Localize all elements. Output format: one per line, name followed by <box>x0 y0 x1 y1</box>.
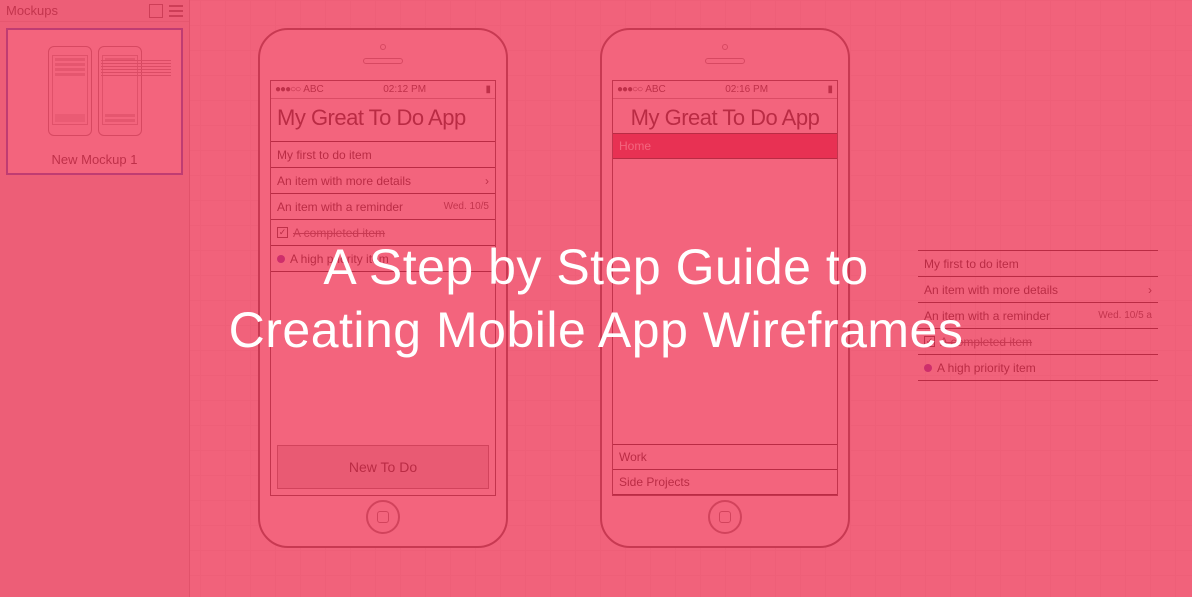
item-label: A high priority item <box>290 252 389 266</box>
mini-snippet <box>101 60 171 76</box>
home-button-icon[interactable] <box>366 500 400 534</box>
item-label: An item with a reminder <box>277 200 403 214</box>
grid-view-icon[interactable] <box>149 4 163 18</box>
item-label: An item with more details <box>277 174 411 188</box>
signal-icon: ●●●○○ <box>275 84 300 95</box>
chevron-right-icon: › <box>1148 283 1152 297</box>
clock-label: 02:16 PM <box>666 84 828 95</box>
list-item[interactable]: An item with more details › <box>271 168 495 194</box>
status-bar: ●●●○○ ABC 02:12 PM ▮ <box>271 81 495 99</box>
phone-mockup-1[interactable]: ●●●○○ ABC 02:12 PM ▮ My Great To Do App … <box>258 28 508 548</box>
sidebar-header: Mockups <box>0 0 189 22</box>
list-item[interactable]: An item with a reminder Wed. 10/5 a <box>918 303 1158 329</box>
sidebar-title: Mockups <box>6 3 58 18</box>
phone2-screen: ●●●○○ ABC 02:16 PM ▮ My Great To Do App … <box>612 80 838 496</box>
item-date: Wed. 10/5 <box>444 201 489 212</box>
carrier-label: ABC <box>303 84 324 95</box>
thumb-label: New Mockup 1 <box>14 152 175 167</box>
list-item[interactable]: An item with a reminder Wed. 10/5 <box>271 194 495 220</box>
list-item[interactable]: An item with more details › <box>918 277 1158 303</box>
item-label: My first to do item <box>277 148 372 162</box>
checkbox-checked-icon[interactable]: ✓ <box>277 227 288 238</box>
item-label: My first to do item <box>924 257 1019 271</box>
floating-list-component[interactable]: My first to do item An item with more de… <box>918 250 1158 381</box>
app-title: My Great To Do App <box>613 99 837 133</box>
list-item[interactable]: My first to do item <box>918 251 1158 277</box>
menu-icon[interactable] <box>169 5 183 17</box>
thumb-phone-1 <box>48 46 92 136</box>
list-item[interactable]: ✓ A completed item <box>918 329 1158 355</box>
item-label: A completed item <box>940 335 1032 349</box>
checkbox-checked-icon[interactable]: ✓ <box>924 336 935 347</box>
list-item[interactable]: ✓ A completed item <box>271 220 495 246</box>
priority-dot-icon <box>277 255 285 263</box>
section-work[interactable]: Work <box>613 445 837 470</box>
item-label: A completed item <box>293 226 385 240</box>
item-label: An item with more details <box>924 283 1058 297</box>
todo-list: My first to do item An item with more de… <box>271 141 495 272</box>
app-title: My Great To Do App <box>271 99 495 133</box>
list-item[interactable]: A high priority item <box>271 246 495 272</box>
battery-icon: ▮ <box>827 84 833 95</box>
mockup-thumbnail[interactable]: New Mockup 1 <box>6 28 183 175</box>
section-side-projects[interactable]: Side Projects <box>613 470 837 495</box>
signal-icon: ●●●○○ <box>617 84 642 95</box>
battery-icon: ▮ <box>485 84 491 95</box>
home-button-icon[interactable] <box>708 500 742 534</box>
phone-mockup-2[interactable]: ●●●○○ ABC 02:16 PM ▮ My Great To Do App … <box>600 28 850 548</box>
list-item[interactable]: My first to do item <box>271 142 495 168</box>
carrier-label: ABC <box>645 84 666 95</box>
status-bar: ●●●○○ ABC 02:16 PM ▮ <box>613 81 837 99</box>
priority-dot-icon <box>924 364 932 372</box>
mockups-sidebar: Mockups <box>0 0 190 597</box>
chevron-right-icon: › <box>485 174 489 188</box>
list-item[interactable]: A high priority item <box>918 355 1158 381</box>
clock-label: 02:12 PM <box>324 84 486 95</box>
item-date: Wed. 10/5 a <box>1098 310 1152 321</box>
new-todo-button[interactable]: New To Do <box>277 445 489 489</box>
wireframe-canvas[interactable]: Mockups <box>0 0 1192 597</box>
item-label: A high priority item <box>937 361 1036 375</box>
section-home[interactable]: Home <box>613 134 837 159</box>
item-label: An item with a reminder <box>924 309 1050 323</box>
section-body <box>613 159 837 444</box>
phone1-screen: ●●●○○ ABC 02:12 PM ▮ My Great To Do App … <box>270 80 496 496</box>
